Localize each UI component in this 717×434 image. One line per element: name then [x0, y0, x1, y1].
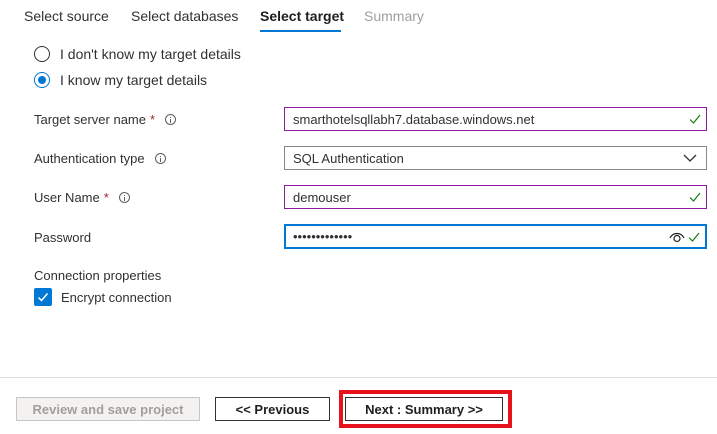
info-icon[interactable] [118, 192, 130, 203]
checkmark-icon [689, 114, 701, 124]
radio-known-target[interactable]: I know my target details [34, 72, 207, 88]
auth-type-value: SQL Authentication [293, 150, 404, 166]
migration-wizard: Select source Select databases Select ta… [0, 0, 717, 434]
server-name-value: smarthotelsqllabh7.database.windows.net [293, 111, 535, 127]
encrypt-connection-checkbox[interactable]: Encrypt connection [34, 288, 172, 306]
server-name-label: Target server name * [34, 112, 177, 127]
radio-known-label: I know my target details [60, 72, 208, 88]
username-label-text: User Name [34, 190, 100, 205]
required-marker: * [103, 190, 109, 205]
next-summary-button[interactable]: Next : Summary >> [345, 397, 503, 421]
auth-type-select[interactable]: SQL Authentication [284, 146, 707, 170]
auth-type-label: Authentication type [34, 151, 166, 166]
wizard-tabs: Select source Select databases Select ta… [0, 0, 717, 34]
radio-unknown-target[interactable]: I don't know my target details [34, 46, 241, 62]
tab-select-source[interactable]: Select source [24, 8, 109, 24]
server-name-label-text: Target server name [34, 112, 146, 127]
checkmark-icon [688, 232, 700, 242]
password-input[interactable]: ••••••••••••• [284, 224, 707, 249]
previous-button[interactable]: << Previous [215, 397, 330, 421]
chevron-down-icon[interactable] [683, 154, 697, 162]
tab-select-target[interactable]: Select target [260, 8, 344, 24]
footer-divider [0, 377, 717, 378]
checkmark-icon [689, 192, 701, 202]
radio-unknown-label: I don't know my target details [60, 46, 241, 62]
tab-select-databases[interactable]: Select databases [131, 8, 238, 24]
radio-checked-icon[interactable] [34, 72, 50, 88]
checkbox-checked-icon[interactable] [34, 288, 52, 306]
server-name-input[interactable]: smarthotelsqllabh7.database.windows.net [284, 107, 707, 131]
username-input[interactable]: demouser [284, 185, 707, 209]
info-icon[interactable] [165, 114, 177, 125]
auth-type-label-text: Authentication type [34, 151, 145, 166]
review-save-button: Review and save project [16, 397, 200, 421]
info-icon[interactable] [154, 153, 166, 164]
password-label-text: Password [34, 230, 92, 245]
password-label: Password [34, 230, 91, 245]
encrypt-connection-label: Encrypt connection [61, 289, 172, 305]
username-label: User Name * [34, 190, 130, 205]
username-value: demouser [293, 189, 351, 205]
radio-unchecked-icon[interactable] [34, 46, 50, 62]
eye-icon[interactable] [669, 231, 685, 243]
required-marker: * [150, 112, 156, 127]
active-tab-indicator [260, 30, 341, 32]
tab-summary: Summary [364, 8, 424, 24]
connection-properties-heading: Connection properties [34, 268, 162, 283]
password-value: ••••••••••••• [293, 229, 353, 244]
